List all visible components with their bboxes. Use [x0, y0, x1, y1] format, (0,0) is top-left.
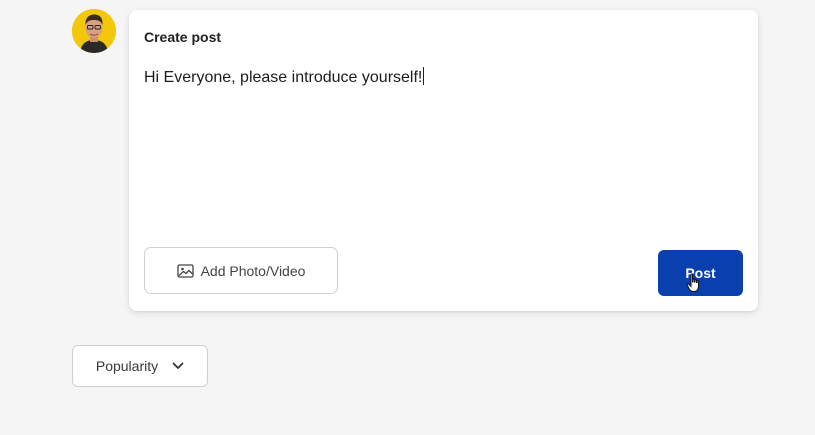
- post-button[interactable]: Post: [658, 250, 743, 296]
- page: Create post Hi Everyone, please introduc…: [0, 0, 815, 435]
- add-photo-video-button[interactable]: Add Photo/Video: [144, 247, 338, 294]
- text-caret: [423, 67, 425, 85]
- user-avatar[interactable]: [72, 9, 116, 53]
- sort-dropdown[interactable]: Popularity: [72, 345, 208, 387]
- add-photo-video-label: Add Photo/Video: [200, 262, 306, 279]
- post-text-input[interactable]: Hi Everyone, please introduce yourself!: [144, 67, 742, 217]
- post-button-label: Post: [685, 265, 716, 281]
- image-icon: [176, 263, 194, 278]
- chevron-down-icon: [172, 362, 184, 370]
- sort-dropdown-value: Popularity: [95, 358, 159, 374]
- post-text: Hi Everyone, please introduce yourself!: [144, 69, 423, 86]
- avatar-image: [72, 9, 116, 53]
- create-post-card: Create post Hi Everyone, please introduc…: [129, 10, 758, 311]
- create-post-title: Create post: [144, 29, 222, 45]
